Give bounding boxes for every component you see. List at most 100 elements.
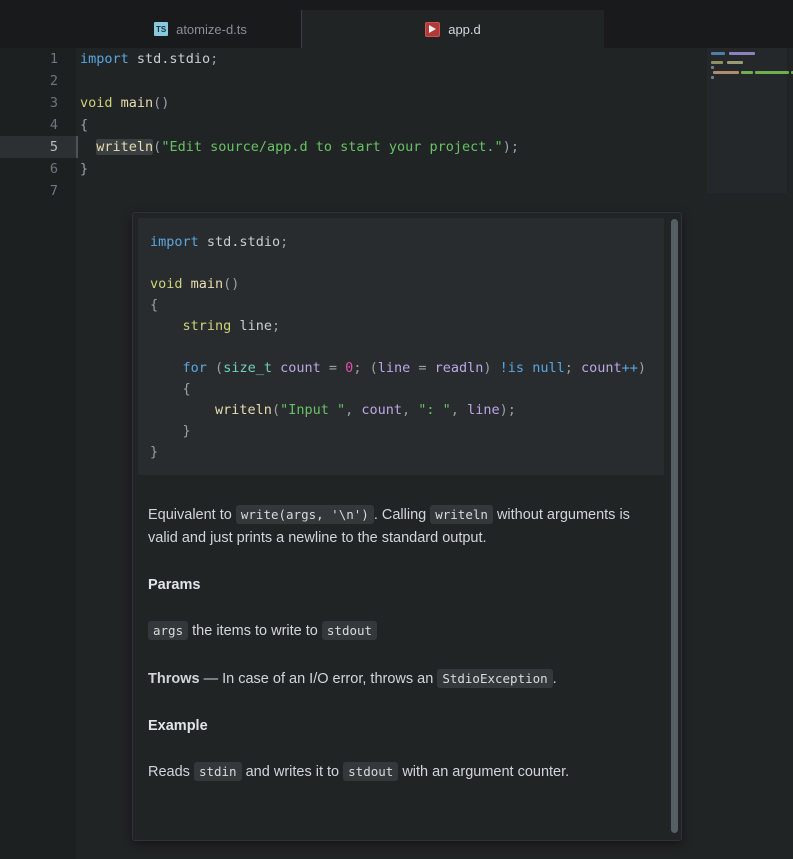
code-token: ; [353, 360, 370, 376]
hover-code-line: } [138, 442, 664, 463]
tab-atomize-d-ts[interactable]: TS atomize-d.ts [100, 10, 302, 48]
code-token: writeln [215, 402, 272, 418]
example-heading: Example [148, 718, 208, 734]
tab-label-app-d: app.d [448, 21, 481, 37]
line-number: 7 [49, 183, 58, 199]
editor-code-line: { [76, 114, 700, 136]
minimap-code-row [755, 71, 789, 74]
code-minimap[interactable] [707, 48, 793, 193]
code-token: ; [210, 51, 219, 67]
editor-code-line: } [76, 158, 700, 180]
param-args-row: args the items to write to stdout [148, 619, 658, 643]
summary-text-1: Equivalent to [148, 507, 236, 523]
code-token: size_t [223, 360, 272, 376]
hover-documentation-body: Equivalent to write(args, '\n'). Calling… [138, 503, 668, 808]
code-token: = [410, 360, 435, 376]
code-token: ": " [418, 402, 451, 418]
code-token: std.stdio [136, 51, 211, 67]
inline-code-stdio-exception: StdioException [437, 669, 553, 688]
dlang-file-icon [425, 21, 441, 37]
code-token: , [345, 402, 362, 418]
code-editor[interactable]: 1234567 import std.stdio; void main(){ w… [0, 48, 793, 859]
hover-code-line [138, 337, 664, 358]
code-token: () [223, 276, 240, 292]
inline-code-stdout-example: stdout [343, 762, 399, 781]
code-token: import [150, 234, 199, 250]
inline-code-stdin: stdin [193, 762, 242, 781]
editor-code-area[interactable]: import std.stdio; void main() { writeln("… [76, 48, 700, 202]
editor-code-line [76, 70, 700, 92]
documentation-hover-popup[interactable]: import std.stdio; void main(){ string li… [132, 212, 682, 841]
hover-code-line: writeln("Input ", count, ": ", line); [138, 400, 664, 421]
code-token: import [80, 51, 129, 67]
hover-code-line: import std.stdio; [138, 232, 664, 253]
minimap-code-row [711, 52, 725, 55]
line-number: 1 [49, 51, 58, 67]
code-token: std.stdio [206, 234, 281, 250]
editor-code-line [76, 180, 700, 202]
minimap-code-row [727, 61, 743, 64]
code-token: { [150, 297, 159, 313]
minimap-code-row [711, 66, 714, 69]
hover-code-line: { [138, 379, 664, 400]
inline-code-args: args [148, 621, 189, 640]
code-token: null [532, 360, 565, 376]
code-token: ( [215, 360, 224, 376]
hover-popup-scrollbar[interactable] [671, 219, 678, 833]
example-text-3: with an argument counter. [398, 764, 570, 780]
code-token: } [80, 161, 89, 177]
code-token: count [580, 360, 622, 376]
throws-label: Throws [148, 671, 200, 687]
example-description: Reads stdin and writes it to stdout with… [148, 760, 658, 784]
code-token: ( [271, 402, 281, 418]
throws-row: Throws — In case of an I/O error, throws… [148, 667, 658, 691]
param-args-description: the items to write to [188, 623, 322, 639]
hover-code-line: void main() [138, 274, 664, 295]
params-heading: Params [148, 577, 201, 593]
code-token: ; [280, 234, 289, 250]
typescript-file-icon: TS [154, 22, 169, 36]
editor-code-line: writeln("Edit source/app.d to start your… [76, 136, 700, 158]
hover-code-line: { [138, 295, 664, 316]
hover-code-line: } [138, 421, 664, 442]
minimap-code-row [741, 71, 753, 74]
line-number: 5 [0, 136, 76, 158]
editor-tab-bar: TS atomize-d.ts app.d [0, 10, 793, 48]
line-number: 2 [49, 73, 58, 89]
code-token: void [150, 276, 183, 292]
code-token: readln [434, 360, 484, 376]
code-token: ++ [621, 360, 638, 376]
code-token: void [80, 95, 113, 111]
code-token: "Input " [280, 402, 346, 418]
hover-code-line [138, 253, 664, 274]
code-token: , [450, 402, 468, 418]
code-token: { [80, 117, 89, 133]
code-token: count [280, 360, 321, 376]
throws-text-1: — In case of an I/O error, throws an [199, 671, 438, 687]
code-token: line [239, 318, 272, 334]
minimap-code-row [711, 76, 714, 79]
summary-text-2: . Calling [373, 507, 431, 523]
code-token: () [153, 95, 170, 111]
minimap-code-row [713, 71, 739, 74]
throws-text-2: . [552, 671, 557, 687]
line-number: 3 [49, 95, 58, 111]
titlebar-strip [0, 0, 793, 10]
code-token: !is [499, 360, 525, 376]
example-text-1: Reads [148, 764, 194, 780]
code-token: line [467, 402, 500, 418]
example-text-2: and writes it to [241, 764, 344, 780]
editor-code-line: import std.stdio; [76, 48, 700, 70]
tab-app-d[interactable]: app.d [302, 10, 604, 48]
line-number: 4 [49, 117, 58, 133]
code-token: main [120, 95, 154, 111]
